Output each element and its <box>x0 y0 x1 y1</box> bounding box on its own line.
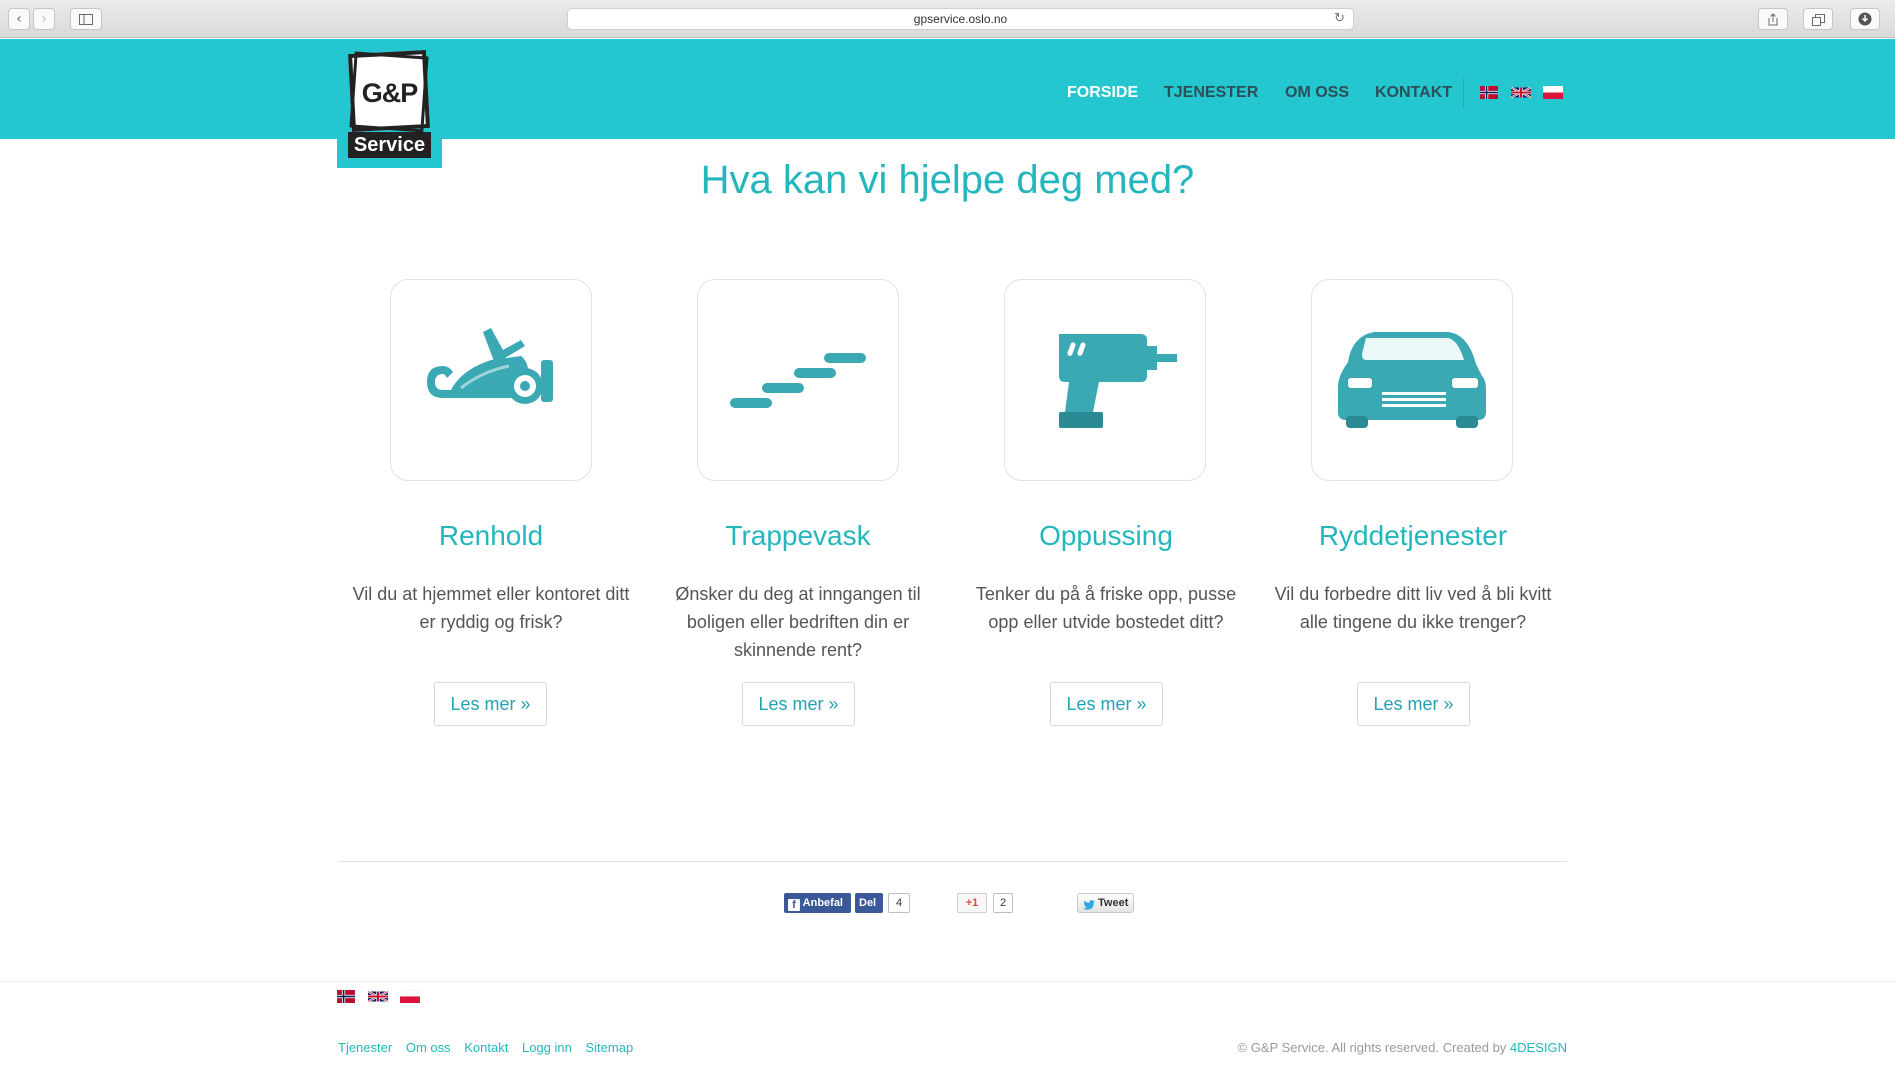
nav-item-om-oss[interactable]: OM OSS <box>1285 84 1349 102</box>
read-more-button-trappevask[interactable]: Les mer » <box>742 682 855 726</box>
twitter-bird-icon <box>1083 898 1095 910</box>
desc-line: skinnende rent? <box>733 640 863 660</box>
vacuum-cleaner-icon <box>427 328 553 404</box>
desc-line: alle tingene du ikke trenger? <box>1299 612 1527 632</box>
browser-toolbar: ‹ › gpservice.oslo.no ↻ <box>0 0 1895 38</box>
logo[interactable]: G&P Service <box>337 48 442 168</box>
share-icon[interactable] <box>1758 8 1788 30</box>
page-title: Hva kan vi hjelpe deg med? <box>700 158 1195 202</box>
service-card-ryddetjenester[interactable] <box>1311 279 1513 481</box>
back-icon[interactable]: ‹ <box>8 8 30 30</box>
read-more-button-oppussing[interactable]: Les mer » <box>1050 682 1163 726</box>
service-desc-renhold: Vil du at hjemmet eller kontoret ditt er… <box>341 580 641 636</box>
service-title-renhold: Renhold <box>438 520 544 551</box>
tabs-icon[interactable] <box>1803 8 1833 30</box>
copyright-text: © G&P Service. All rights reserved. Crea… <box>1238 1040 1567 1055</box>
drill-icon <box>1059 334 1177 428</box>
download-icon[interactable] <box>1850 8 1880 30</box>
service-desc-ryddetjenester: Vil du forbedre ditt liv ved å bli kvitt… <box>1263 580 1563 636</box>
footer-separator <box>0 981 1895 982</box>
service-desc-trappevask: Ønsker du deg at inngangen til boligen e… <box>648 580 948 664</box>
facebook-recommend-button[interactable]: f Anbefal <box>784 893 851 913</box>
nav-separator <box>1463 78 1464 108</box>
footer-link-kontakt[interactable]: Kontakt <box>464 1040 508 1055</box>
desc-line: boligen eller bedriften din er <box>686 612 910 632</box>
uk-flag-icon[interactable] <box>368 990 388 1003</box>
nav-item-tjenester[interactable]: TJENESTER <box>1164 84 1258 102</box>
desc-line: Tenker du på å friske opp, pusse <box>975 584 1237 604</box>
facebook-share-button[interactable]: Del <box>855 893 883 913</box>
footer-link-om-oss[interactable]: Om oss <box>406 1040 451 1055</box>
service-card-trappevask[interactable] <box>697 279 899 481</box>
address-bar[interactable]: gpservice.oslo.no ↻ <box>567 8 1354 30</box>
site-header <box>0 39 1895 139</box>
facebook-icon: f <box>788 899 800 911</box>
polish-flag-icon[interactable] <box>1543 86 1563 99</box>
desc-line: Vil du forbedre ditt liv ved å bli kvitt <box>1274 584 1552 604</box>
content-divider <box>338 861 1567 862</box>
facebook-share-count: 4 <box>888 893 910 913</box>
forward-icon[interactable]: › <box>33 8 55 30</box>
service-card-oppussing[interactable] <box>1004 279 1206 481</box>
service-title-trappevask: Trappevask <box>725 520 871 551</box>
reload-icon[interactable]: ↻ <box>1334 9 1345 29</box>
google-plus-count: 2 <box>993 893 1013 913</box>
logo-brand: G&P <box>361 78 419 108</box>
desc-line: Vil du at hjemmet eller kontoret ditt <box>352 584 630 604</box>
stairs-icon <box>730 353 866 408</box>
facebook-recommend-label: Anbefal <box>802 897 843 909</box>
footer-link-sitemap[interactable]: Sitemap <box>585 1040 633 1055</box>
footer-link-logg-inn[interactable]: Logg inn <box>522 1040 572 1055</box>
desc-line: Ønsker du deg at inngangen til <box>675 584 921 604</box>
footer-link-tjenester[interactable]: Tjenester <box>338 1040 392 1055</box>
google-plus-button[interactable]: +1 <box>957 893 987 913</box>
polish-flag-icon[interactable] <box>400 990 420 1003</box>
service-title-ryddetjenester: Ryddetjenester <box>1318 520 1508 551</box>
nav-item-forside[interactable]: FORSIDE <box>1067 84 1138 102</box>
tweet-label: Tweet <box>1098 897 1129 909</box>
nav-item-kontakt[interactable]: KONTAKT <box>1375 84 1452 102</box>
logo-service: Service <box>348 132 431 158</box>
desc-line: opp eller utvide bostedet ditt? <box>988 612 1224 632</box>
copyright-label: © G&P Service. All rights reserved. Crea… <box>1237 1040 1510 1055</box>
norwegian-flag-icon[interactable] <box>336 990 356 1003</box>
service-desc-oppussing: Tenker du på å friske opp, pusse opp ell… <box>956 580 1256 636</box>
service-title-oppussing: Oppussing <box>1039 520 1173 551</box>
creator-link[interactable]: 4DESIGN <box>1510 1040 1567 1055</box>
service-card-renhold[interactable] <box>390 279 592 481</box>
url-text: gpservice.oslo.no <box>913 12 1008 26</box>
van-icon <box>1338 332 1486 428</box>
footer-links: Tjenester Om oss Kontakt Logg inn Sitema… <box>338 1040 643 1055</box>
read-more-button-renhold[interactable]: Les mer » <box>434 682 547 726</box>
read-more-button-ryddetjenester[interactable]: Les mer » <box>1357 682 1470 726</box>
norwegian-flag-icon[interactable] <box>1479 86 1499 99</box>
desc-line: er ryddig og frisk? <box>419 612 563 632</box>
sidebar-icon[interactable] <box>70 8 102 30</box>
uk-flag-icon[interactable] <box>1511 86 1531 99</box>
tweet-button[interactable]: Tweet <box>1077 893 1134 913</box>
